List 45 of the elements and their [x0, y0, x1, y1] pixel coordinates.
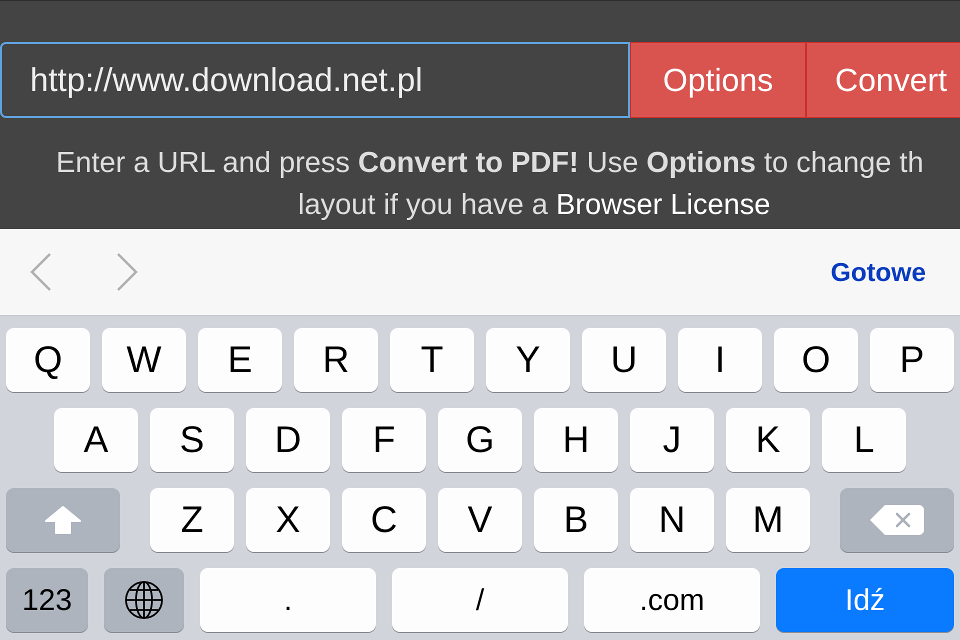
keyboard-key[interactable]: T [390, 328, 474, 392]
keyboard-key[interactable]: B [534, 488, 618, 552]
keyboard-key[interactable]: .com [584, 568, 760, 632]
keyboard-key[interactable]: O [774, 328, 858, 392]
keyboard-key[interactable]: Y [486, 328, 570, 392]
keyboard-key[interactable]: S [150, 408, 234, 472]
keyboard-key[interactable]: Q [6, 328, 90, 392]
keyboard-key[interactable]: C [342, 488, 426, 552]
keyboard-key[interactable]: / [392, 568, 568, 632]
keyboard-key[interactable]: P [870, 328, 954, 392]
backspace-icon [869, 504, 925, 536]
chevron-right-icon [116, 253, 138, 291]
numbers-key[interactable]: 123 [6, 568, 88, 632]
instructions-text: Enter a URL and press Convert to PDF! Use Options to change th layout if you have a Browser License [55, 146, 925, 223]
browser-license-link[interactable]: Browser License [556, 189, 770, 221]
keyboard-key[interactable]: I [678, 328, 762, 392]
chevron-left-icon [30, 253, 52, 291]
backspace-key[interactable] [840, 488, 954, 552]
keyboard-key[interactable]: U [582, 328, 666, 392]
keyboard-key[interactable]: H [534, 408, 618, 472]
keyboard-key[interactable]: K [726, 408, 810, 472]
keyboard-key[interactable]: M [726, 488, 810, 552]
keyboard-key[interactable]: Z [150, 488, 234, 552]
globe-key[interactable] [104, 568, 184, 632]
keyboard-key[interactable]: E [198, 328, 282, 392]
keyboard-key[interactable]: X [246, 488, 330, 552]
keyboard-key[interactable]: L [822, 408, 906, 472]
globe-icon [124, 580, 164, 620]
done-button[interactable]: Gotowe [830, 252, 926, 292]
keyboard-key[interactable]: W [102, 328, 186, 392]
keyboard-key[interactable]: D [246, 408, 330, 472]
url-field[interactable]: http://www.download.net.pl [0, 42, 630, 118]
keyboard-key[interactable]: . [200, 568, 376, 632]
keyboard-key[interactable]: N [630, 488, 714, 552]
keyboard-key[interactable]: V [438, 488, 522, 552]
convert-button[interactable]: Convert [806, 42, 960, 118]
shift-arrow-icon [44, 505, 82, 535]
keyboard-key[interactable]: R [294, 328, 378, 392]
options-button[interactable]: Options [630, 42, 806, 118]
keyboard-key[interactable]: G [438, 408, 522, 472]
go-key[interactable]: Idź [776, 568, 954, 632]
keyboard-key[interactable]: F [342, 408, 426, 472]
shift-key[interactable] [6, 488, 120, 552]
keyboard-key[interactable]: J [630, 408, 714, 472]
keyboard-key[interactable]: A [54, 408, 138, 472]
